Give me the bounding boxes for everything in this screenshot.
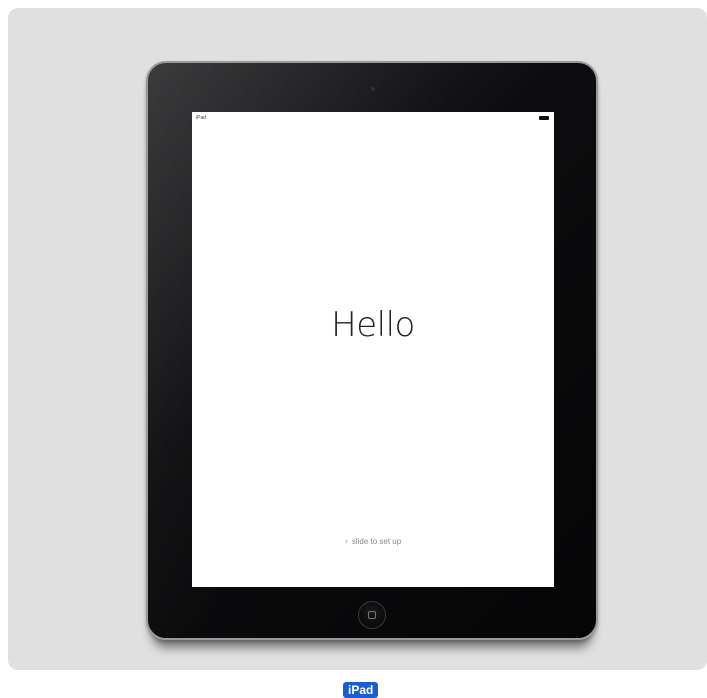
- home-button-icon[interactable]: [358, 601, 386, 629]
- status-carrier-label: iPad: [196, 115, 207, 121]
- chevron-right-icon: ›: [344, 536, 348, 546]
- slide-to-set-up[interactable]: › slide to set up: [192, 536, 554, 546]
- ipad-device: iPad Hello › slide to set up: [146, 61, 598, 640]
- device-screen: iPad Hello › slide to set up: [192, 112, 554, 587]
- device-preview-panel: iPad Hello › slide to set up: [8, 8, 707, 670]
- device-name-badge: iPad: [343, 682, 379, 698]
- camera-icon: [371, 87, 375, 91]
- home-square-glyph: [368, 611, 376, 619]
- battery-icon: [539, 116, 549, 120]
- hello-greeting: Hello: [331, 305, 415, 345]
- slide-to-set-up-label: slide to set up: [351, 537, 402, 546]
